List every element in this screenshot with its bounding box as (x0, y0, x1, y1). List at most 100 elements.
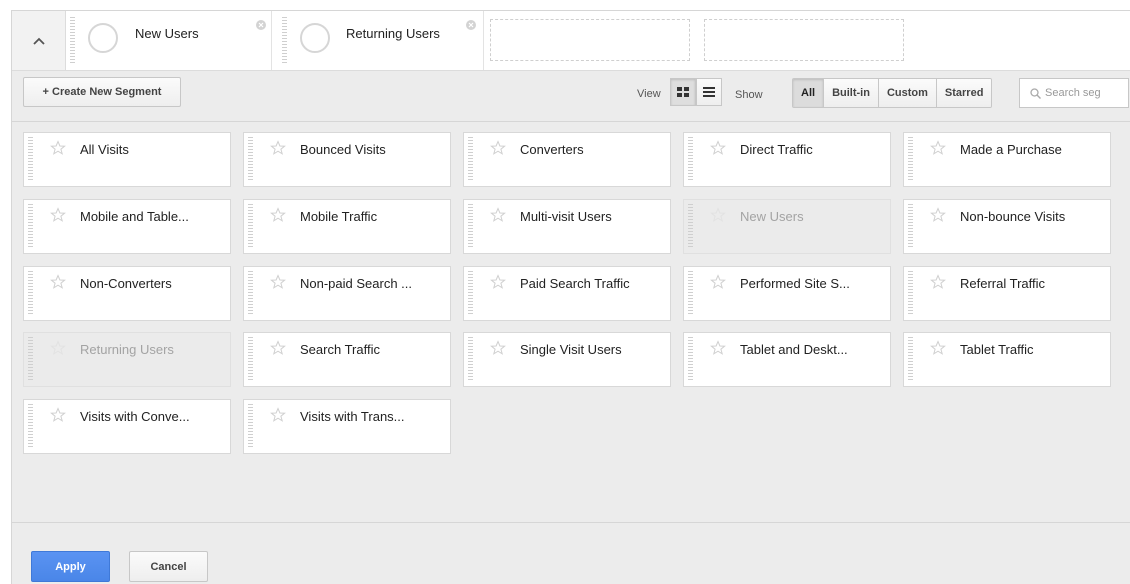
toolbar-divider (12, 121, 1130, 122)
star-icon[interactable] (710, 340, 726, 356)
footer-bar: Apply Cancel (12, 522, 1130, 582)
segment-card[interactable]: Bounced Visits (243, 132, 451, 187)
list-view-button[interactable] (696, 78, 722, 106)
drag-handle-icon[interactable] (688, 271, 693, 316)
star-icon[interactable] (50, 340, 66, 356)
star-icon[interactable] (270, 407, 286, 423)
apply-button[interactable]: Apply (31, 551, 110, 582)
drag-handle-icon[interactable] (248, 337, 253, 382)
segment-card[interactable]: Referral Traffic (903, 266, 1111, 321)
star-icon[interactable] (270, 140, 286, 156)
segment-card[interactable]: Non-Converters (23, 266, 231, 321)
segment-card[interactable]: Direct Traffic (683, 132, 891, 187)
drag-handle-icon[interactable] (282, 17, 287, 63)
segment-picker-panel: New Users Returning Users + Create New S… (11, 10, 1130, 584)
segment-card[interactable]: Mobile Traffic (243, 199, 451, 254)
star-icon[interactable] (710, 140, 726, 156)
segment-card[interactable]: Single Visit Users (463, 332, 671, 387)
segment-card-label: Non-bounce Visits (960, 209, 1066, 224)
segment-card[interactable]: Converters (463, 132, 671, 187)
create-new-segment-button[interactable]: + Create New Segment (23, 77, 181, 107)
segment-card-label: Non-Converters (80, 276, 172, 291)
empty-segment-slot[interactable] (490, 19, 690, 61)
star-icon[interactable] (490, 340, 506, 356)
segment-card[interactable]: Performed Site S... (683, 266, 891, 321)
drag-handle-icon[interactable] (248, 137, 253, 182)
drag-handle-icon[interactable] (688, 204, 693, 249)
drag-handle-icon[interactable] (70, 17, 75, 63)
segment-card[interactable]: Visits with Conve... (23, 399, 231, 454)
segment-card[interactable]: Tablet Traffic (903, 332, 1111, 387)
segment-card[interactable]: Returning Users (23, 332, 231, 387)
chevron-up-icon (32, 37, 45, 45)
star-icon[interactable] (930, 274, 946, 290)
star-icon[interactable] (50, 407, 66, 423)
segment-search-box[interactable] (1019, 78, 1129, 108)
drag-handle-icon[interactable] (468, 137, 473, 182)
selected-segment-chip[interactable]: New Users (66, 11, 272, 70)
drag-handle-icon[interactable] (248, 404, 253, 449)
drag-handle-icon[interactable] (908, 271, 913, 316)
segment-card[interactable]: Non-paid Search ... (243, 266, 451, 321)
star-icon[interactable] (50, 274, 66, 290)
drag-handle-icon[interactable] (248, 204, 253, 249)
segment-card[interactable]: Tablet and Deskt... (683, 332, 891, 387)
star-icon[interactable] (710, 274, 726, 290)
remove-segment-icon[interactable] (466, 20, 476, 30)
star-icon[interactable] (930, 340, 946, 356)
segment-card-label: Visits with Trans... (300, 409, 405, 424)
drag-handle-icon[interactable] (908, 204, 913, 249)
segment-card-label: Mobile and Table... (80, 209, 189, 224)
selected-segment-chip[interactable]: Returning Users (278, 11, 484, 70)
filter-custom-button[interactable]: Custom (878, 79, 937, 107)
drag-handle-icon[interactable] (688, 137, 693, 182)
star-icon[interactable] (490, 207, 506, 223)
segment-card[interactable]: Non-bounce Visits (903, 199, 1111, 254)
star-icon[interactable] (930, 140, 946, 156)
segment-search-input[interactable] (1041, 87, 1125, 99)
segment-card[interactable]: Made a Purchase (903, 132, 1111, 187)
filter-all-button[interactable]: All (793, 79, 825, 107)
star-icon[interactable] (270, 207, 286, 223)
drag-handle-icon[interactable] (908, 337, 913, 382)
star-icon[interactable] (710, 207, 726, 223)
star-icon[interactable] (50, 140, 66, 156)
star-icon[interactable] (270, 340, 286, 356)
drag-handle-icon[interactable] (28, 271, 33, 316)
star-icon[interactable] (930, 207, 946, 223)
star-icon[interactable] (490, 274, 506, 290)
filter-built-in-button[interactable]: Built-in (824, 79, 879, 107)
segment-card[interactable]: All Visits (23, 132, 231, 187)
segment-card[interactable]: Search Traffic (243, 332, 451, 387)
drag-handle-icon[interactable] (468, 337, 473, 382)
drag-handle-icon[interactable] (28, 404, 33, 449)
segment-card-label: Mobile Traffic (300, 209, 378, 224)
drag-handle-icon[interactable] (688, 337, 693, 382)
drag-handle-icon[interactable] (28, 137, 33, 182)
drag-handle-icon[interactable] (908, 137, 913, 182)
collapse-button[interactable] (12, 11, 66, 70)
segment-card[interactable]: Mobile and Table... (23, 199, 231, 254)
drag-handle-icon[interactable] (28, 337, 33, 382)
drag-handle-icon[interactable] (28, 204, 33, 249)
star-icon[interactable] (50, 207, 66, 223)
remove-segment-icon[interactable] (256, 20, 266, 30)
star-icon[interactable] (270, 274, 286, 290)
empty-segment-slot[interactable] (704, 19, 904, 61)
filter-starred-button[interactable]: Starred (936, 79, 992, 107)
segment-card[interactable]: Paid Search Traffic (463, 266, 671, 321)
list-view-icon (703, 87, 715, 97)
segment-card-label: Tablet Traffic (960, 342, 1034, 357)
drag-handle-icon[interactable] (468, 271, 473, 316)
segment-card-label: Visits with Conve... (80, 409, 190, 424)
segment-card[interactable]: Multi-visit Users (463, 199, 671, 254)
view-label: View (637, 88, 661, 100)
segment-card[interactable]: New Users (683, 199, 891, 254)
grid-view-button[interactable] (670, 78, 696, 106)
segment-card[interactable]: Visits with Trans... (243, 399, 451, 454)
star-icon[interactable] (490, 140, 506, 156)
drag-handle-icon[interactable] (468, 204, 473, 249)
drag-handle-icon[interactable] (248, 271, 253, 316)
cancel-button[interactable]: Cancel (129, 551, 208, 582)
selected-segments-bar: New Users Returning Users (12, 11, 1130, 71)
